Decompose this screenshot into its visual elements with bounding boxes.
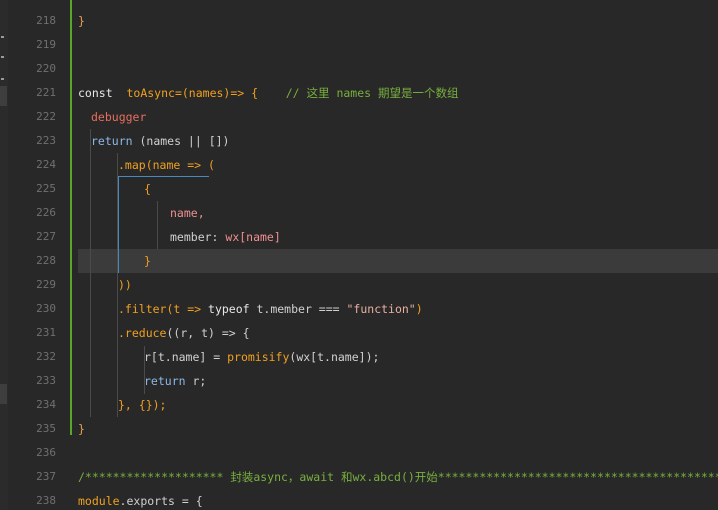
- section-comment: /******************** 封装async，await 和wx.…: [78, 470, 718, 484]
- line-number: 227: [36, 230, 56, 243]
- code-line-226[interactable]: name,: [170, 201, 205, 225]
- string-literal: "function": [346, 302, 416, 316]
- function-signature: =(names)=> {: [174, 86, 259, 100]
- line-number: 232: [36, 350, 56, 363]
- indent-guide: [90, 129, 91, 417]
- object-property: name,: [170, 206, 205, 220]
- code-line-235[interactable]: }: [78, 417, 85, 441]
- closing-brace: }: [78, 14, 85, 28]
- code-line-230[interactable]: .filter(t => typeof t.member === "functi…: [118, 297, 423, 321]
- reduce-close: }, {});: [118, 398, 167, 412]
- object-property-value: wx[name]: [225, 230, 281, 244]
- module-keyword: module: [78, 494, 120, 508]
- code-line-238[interactable]: module.exports = {: [78, 489, 203, 510]
- code-line-234[interactable]: }, {});: [118, 393, 166, 417]
- line-number: 233: [36, 374, 56, 387]
- line-number: 224: [36, 158, 56, 171]
- assignment-target: r[t.name] =: [144, 350, 228, 364]
- line-number: 226: [36, 206, 56, 219]
- line-number: 230: [36, 302, 56, 315]
- function-close-brace: }: [78, 422, 85, 436]
- line-number: 228: [36, 254, 56, 267]
- code-line-233[interactable]: return r;: [144, 369, 206, 393]
- code-line-224[interactable]: .map(name => (: [118, 153, 215, 177]
- object-property-key: member:: [170, 230, 226, 244]
- module-exports: .exports = {: [119, 494, 203, 508]
- promisify-arguments: (wx[t.name]);: [289, 350, 380, 364]
- code-line-227[interactable]: member: wx[name]: [170, 225, 281, 249]
- filter-method: .filter: [118, 302, 167, 316]
- code-line-223[interactable]: return (names || []): [91, 129, 229, 153]
- object-close-brace: }: [144, 254, 151, 268]
- map-method: .map: [118, 158, 146, 172]
- map-close-parens: )): [118, 278, 132, 292]
- line-number: 220: [36, 62, 56, 75]
- line-number: 223: [36, 134, 56, 147]
- code-line-232[interactable]: r[t.name] = promisify(wx[t.name]);: [144, 345, 379, 369]
- side-panel-dot: [1, 36, 4, 38]
- object-open-brace: {: [144, 182, 151, 196]
- map-arguments: (name => (: [145, 158, 215, 172]
- line-number: 219: [36, 38, 56, 51]
- return-keyword: return: [91, 134, 133, 148]
- code-line-222[interactable]: debugger: [91, 105, 146, 129]
- return-expression: (names || []): [132, 134, 230, 148]
- reduce-method: .reduce: [118, 326, 167, 340]
- filter-close-paren: ): [415, 302, 423, 316]
- code-line-218[interactable]: }: [78, 9, 85, 33]
- line-number: 238: [36, 494, 56, 507]
- line-number: 218: [36, 14, 56, 27]
- return-keyword: return: [144, 374, 186, 388]
- code-editor[interactable]: } const toAsync=(names)=> { // 这里 names …: [70, 0, 718, 510]
- code-line-231[interactable]: .reduce((r, t) => {: [118, 321, 250, 345]
- side-panel-dot: [1, 56, 4, 58]
- debugger-statement: debugger: [91, 110, 147, 124]
- line-number: 236: [36, 446, 56, 459]
- line-number: 222: [36, 110, 56, 123]
- line-number: 229: [36, 278, 56, 291]
- code-line-237[interactable]: /******************** 封装async，await 和wx.…: [78, 465, 718, 489]
- code-line-229[interactable]: )): [118, 273, 132, 297]
- promisify-call: promisify: [227, 350, 290, 364]
- modified-lines-indicator: [70, 0, 72, 435]
- line-number: 221: [36, 86, 56, 99]
- reduce-arguments: ((r, t) => {: [166, 326, 250, 340]
- code-line-228[interactable]: }: [144, 249, 151, 273]
- code-line-225[interactable]: {: [144, 177, 151, 201]
- line-number: 231: [36, 326, 56, 339]
- filter-comparison: t.member ===: [249, 302, 347, 316]
- code-comment: // 这里 names 期望是一个数组: [285, 86, 459, 100]
- function-name: toAsync: [126, 86, 175, 100]
- const-keyword: const: [78, 86, 113, 100]
- line-number: 234: [36, 398, 56, 411]
- typeof-keyword: typeof: [208, 302, 250, 316]
- code-line-221[interactable]: const toAsync=(names)=> { // 这里 names 期望…: [78, 81, 459, 105]
- line-number-gutter: 218 219 220 221 222 223 224 225 226 227 228 229 230 2…: [8, 0, 70, 510]
- side-panel-dot: [1, 78, 4, 80]
- line-number: 225: [36, 182, 56, 195]
- line-number: 235: [36, 422, 56, 435]
- return-value: r;: [185, 374, 207, 388]
- line-number: 237: [36, 470, 56, 483]
- filter-arrow: (t =>: [166, 302, 209, 316]
